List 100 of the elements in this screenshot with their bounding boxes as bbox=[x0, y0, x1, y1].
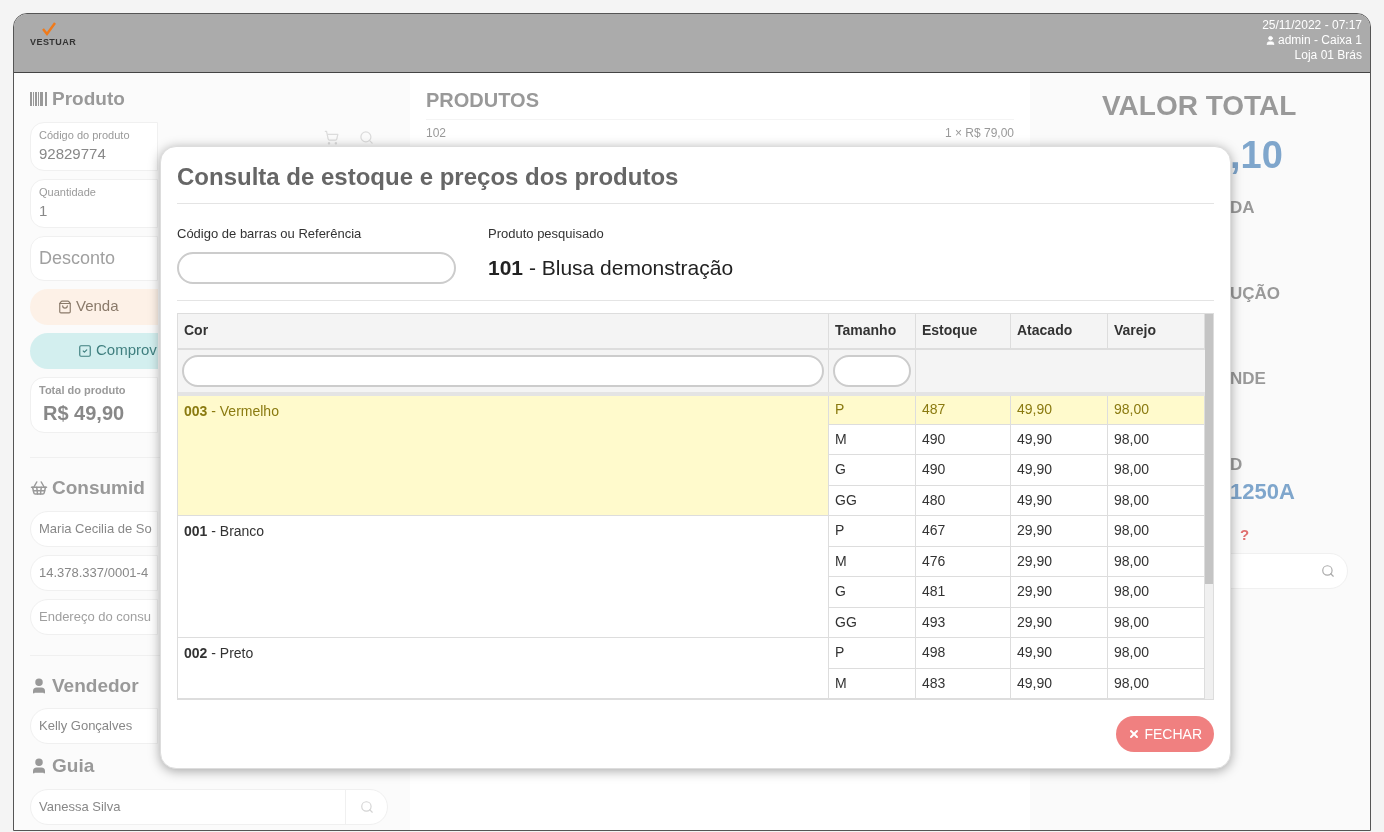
total-amount: ,10 bbox=[1230, 133, 1284, 177]
table-cell: P bbox=[828, 515, 916, 546]
barcode-input[interactable] bbox=[177, 251, 456, 284]
table-cell: 49,90 bbox=[1010, 485, 1108, 516]
table-cell: 49,90 bbox=[1010, 424, 1108, 455]
barcode-icon bbox=[30, 92, 48, 107]
table-cell: G bbox=[828, 576, 916, 607]
search-field[interactable] bbox=[1228, 552, 1348, 589]
searched-product: 101 - Blusa demonstração bbox=[488, 254, 734, 281]
table-cell: 98,00 bbox=[1107, 668, 1205, 699]
label-fragment: DA bbox=[1230, 197, 1256, 219]
cart-icon[interactable] bbox=[324, 129, 339, 145]
label-fragment: D bbox=[1230, 453, 1244, 476]
table-cell: 490 bbox=[915, 424, 1011, 455]
guide-field[interactable]: Vanessa Silva bbox=[30, 788, 388, 825]
field-value: 14.378.337/0001-4 bbox=[39, 563, 149, 582]
header-store: Loja 01 Brás bbox=[1294, 48, 1362, 63]
table-cell: 98,00 bbox=[1107, 637, 1205, 668]
field-value: Kelly Gonçalves bbox=[39, 717, 133, 736]
table-cell: 98,00 bbox=[1107, 607, 1205, 638]
field-value: 1 bbox=[39, 201, 49, 221]
header-user: admin - Caixa 1 bbox=[1277, 33, 1362, 48]
table-cell: 29,90 bbox=[1010, 546, 1108, 577]
table-cell: 98,00 bbox=[1107, 485, 1205, 516]
products-title: PRODUTOS bbox=[426, 88, 540, 113]
color-cell: 003 - Vermelho bbox=[178, 393, 829, 516]
logo-check-icon bbox=[42, 22, 56, 36]
field-placeholder: Desconto bbox=[39, 246, 117, 270]
search-icon bbox=[1321, 563, 1335, 578]
table-cell: 481 bbox=[915, 576, 1011, 607]
discount-field[interactable]: Desconto bbox=[30, 235, 158, 281]
color-filter-input[interactable] bbox=[182, 354, 824, 387]
table-cell: 29,90 bbox=[1010, 607, 1108, 638]
label-fragment: UÇÃO bbox=[1230, 282, 1282, 305]
user-icon bbox=[1264, 35, 1276, 46]
table-cell: 490 bbox=[915, 454, 1011, 485]
basket-icon bbox=[30, 479, 48, 498]
column-header: Atacado bbox=[1010, 313, 1108, 349]
user-icon bbox=[30, 757, 48, 776]
close-icon bbox=[1128, 728, 1141, 740]
sale-tab[interactable]: Venda bbox=[30, 288, 158, 325]
label-fragment: NDE bbox=[1230, 368, 1267, 390]
color-cell: 002 - Preto bbox=[178, 637, 829, 699]
field-value: Vanessa Silva bbox=[38, 797, 122, 816]
table-cell: GG bbox=[828, 607, 916, 638]
user-icon bbox=[30, 676, 48, 695]
field-label: Código de barras ou Referência bbox=[177, 225, 363, 243]
text-field[interactable]: Kelly Gonçalves bbox=[30, 708, 158, 744]
text-field[interactable]: Endereço do consu bbox=[30, 598, 158, 635]
search-icon[interactable] bbox=[359, 799, 374, 814]
table-cell: GG bbox=[828, 485, 916, 516]
table-cell: 29,90 bbox=[1010, 576, 1108, 607]
table-cell: 498 bbox=[915, 637, 1011, 668]
table-cell: 49,90 bbox=[1010, 637, 1108, 668]
close-button[interactable]: FECHAR bbox=[1116, 716, 1214, 752]
product-code: 102 bbox=[426, 125, 447, 142]
check-icon bbox=[78, 343, 92, 358]
column-header: Tamanho bbox=[828, 313, 916, 349]
code-value: 1250A bbox=[1230, 478, 1296, 506]
help-mark: ? bbox=[1240, 525, 1251, 545]
table-cell: 98,00 bbox=[1107, 424, 1205, 455]
header-datetime: 25/11/2022 - 07:17 bbox=[1262, 18, 1362, 33]
total-label: Total do produto bbox=[39, 382, 127, 398]
section-heading: Produto bbox=[52, 87, 125, 111]
table-cell: 476 bbox=[915, 546, 1011, 577]
table-cell: M bbox=[828, 546, 916, 577]
text-field[interactable]: 14.378.337/0001-4 bbox=[30, 554, 158, 591]
modal-title: Consulta de estoque e preços dos produtos bbox=[177, 159, 1214, 204]
field-placeholder: Endereço do consu bbox=[39, 607, 152, 626]
table-cell: 483 bbox=[915, 668, 1011, 699]
section-heading: Consumid bbox=[52, 476, 145, 500]
section-heading: Vendedor bbox=[52, 673, 139, 698]
scrollbar[interactable] bbox=[1205, 313, 1213, 699]
table-cell: 480 bbox=[915, 485, 1011, 516]
field-value: 92829774 bbox=[39, 144, 107, 164]
size-filter-input[interactable] bbox=[833, 354, 911, 387]
field-label: Quantidade bbox=[39, 184, 97, 200]
table-cell: P bbox=[828, 637, 916, 668]
column-header: Estoque bbox=[915, 313, 1011, 349]
table-cell: 98,00 bbox=[1107, 546, 1205, 577]
column-header: Cor bbox=[178, 313, 829, 349]
receipt-button[interactable]: Comprov bbox=[30, 332, 158, 369]
search-icon[interactable] bbox=[359, 129, 374, 145]
quantity-field[interactable]: Quantidade 1 bbox=[30, 178, 158, 228]
table-cell: 493 bbox=[915, 607, 1011, 638]
section-heading: Guia bbox=[52, 754, 95, 778]
total-title: VALOR TOTAL bbox=[1102, 89, 1297, 123]
table-cell: 29,90 bbox=[1010, 515, 1108, 546]
total-value: R$ 49,90 bbox=[42, 401, 126, 426]
table-cell: 98,00 bbox=[1107, 454, 1205, 485]
product-price: 1 × R$ 79,00 bbox=[944, 125, 1014, 142]
text-field[interactable]: Maria Cecilia de So bbox=[30, 510, 158, 547]
table-cell: M bbox=[828, 668, 916, 699]
bag-icon bbox=[58, 299, 72, 314]
logo-text: VESTUAR bbox=[30, 36, 77, 49]
table-cell: 467 bbox=[915, 515, 1011, 546]
product-code-field[interactable]: Código do produto 92829774 bbox=[30, 121, 158, 171]
table-cell: 98,00 bbox=[1107, 515, 1205, 546]
table-cell: 98,00 bbox=[1107, 576, 1205, 607]
table-cell: 49,90 bbox=[1010, 668, 1108, 699]
